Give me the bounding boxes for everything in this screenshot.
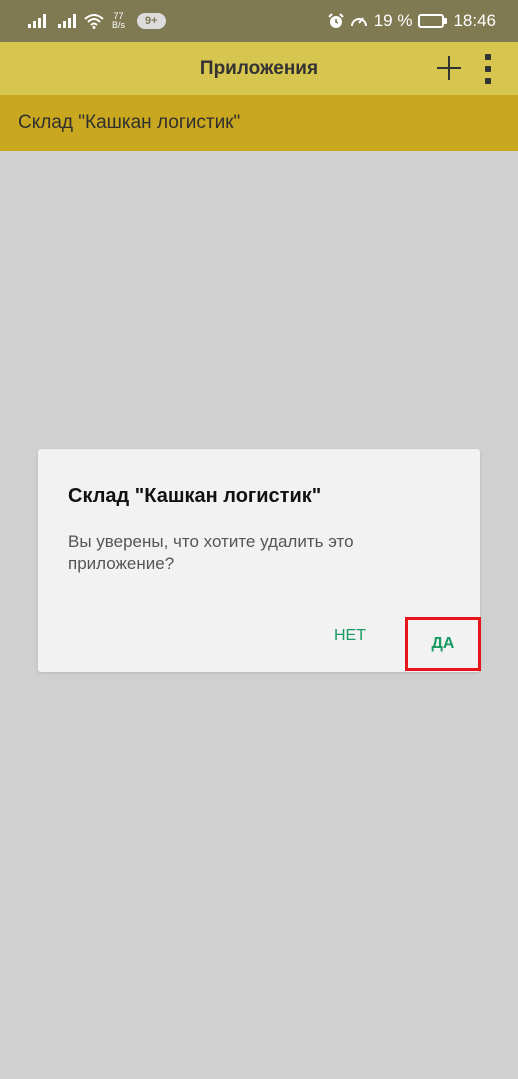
list-item[interactable]: Склад "Кашкан логистик" <box>0 95 518 151</box>
status-right: 19 % 18:46 <box>327 11 496 31</box>
notification-badge: 9+ <box>137 13 166 29</box>
app-bar: Приложения <box>0 42 518 95</box>
status-bar: 77 B/s 9+ 19 % 18:46 <box>0 0 518 42</box>
clock: 18:46 <box>453 11 496 30</box>
signal-2-icon <box>58 14 76 28</box>
battery-percent: 19 % <box>373 11 413 30</box>
wifi-icon <box>84 14 104 29</box>
net-speed-unit: B/s <box>112 20 126 30</box>
page-title: Приложения <box>199 57 319 79</box>
speedometer-icon <box>350 17 367 27</box>
dialog-title: Склад "Кашкан логистик" <box>68 485 322 507</box>
list-item-label: Склад "Кашкан логистик" <box>18 112 241 133</box>
signal-icon <box>28 14 46 28</box>
net-speed: 77 B/s <box>112 12 125 30</box>
dialog-message: Вы уверены, что хотите удалить это прило… <box>68 532 354 573</box>
battery-icon <box>418 14 448 28</box>
yes-button[interactable]: ДА <box>405 617 481 671</box>
no-button[interactable]: НЕТ <box>334 627 366 645</box>
confirm-delete-dialog: Склад "Кашкан логистик" Вы уверены, что … <box>38 449 481 672</box>
more-menu-icon[interactable] <box>480 53 496 85</box>
add-icon[interactable] <box>436 55 462 81</box>
yes-button-label: ДА <box>431 635 455 652</box>
status-left: 77 B/s 9+ <box>28 12 166 30</box>
alarm-icon <box>327 13 344 28</box>
